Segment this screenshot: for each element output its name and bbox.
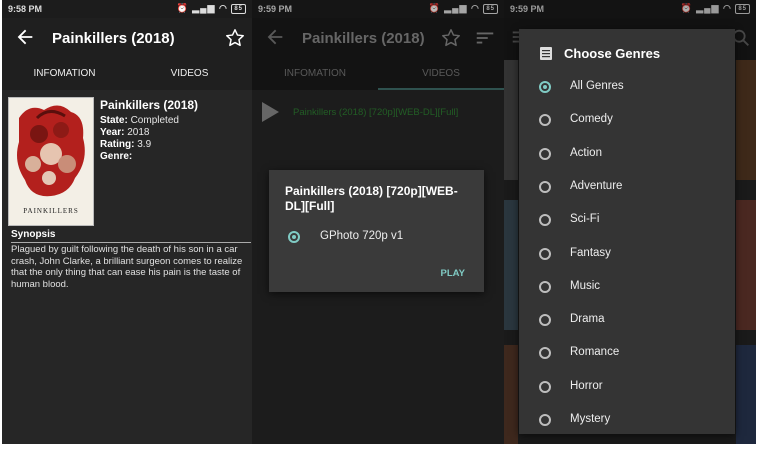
genre-label: Horror (570, 379, 603, 392)
genre-radio[interactable] (539, 414, 551, 426)
source-dialog: Painkillers (2018) [720p][WEB-DL][Full] … (269, 170, 484, 292)
genre-option[interactable]: Horror (519, 370, 735, 403)
page-title: Painkillers (2018) (52, 30, 175, 47)
info-state: State: Completed (100, 115, 179, 126)
synopsis-heading: Synopsis (11, 229, 251, 243)
tab-information[interactable]: INFOMATION (2, 60, 127, 90)
status-time: 9:58 PM (8, 4, 43, 14)
tab-videos-label: VIDEOS (170, 68, 209, 79)
genre-dialog: Choose Genres All Genres Comedy Action Adve… (519, 29, 735, 434)
genre-label: Sci-Fi (570, 213, 600, 226)
genre-option[interactable]: Action (519, 137, 735, 170)
poster-title: PAINKILLERS (23, 207, 79, 215)
genre-option[interactable]: Romance (519, 336, 735, 369)
genre-label: Mystery (570, 413, 611, 425)
divider (11, 242, 251, 243)
tab-videos[interactable]: VIDEOS (127, 60, 252, 90)
genre-radio[interactable] (539, 81, 551, 93)
genre-label: Romance (570, 346, 620, 359)
synopsis-text: Plagued by guilt following the death of … (11, 244, 243, 290)
genre-label: Adventure (570, 179, 623, 192)
genre-radio[interactable] (539, 380, 551, 393)
genre-option[interactable]: Mystery (519, 403, 735, 436)
list-icon (540, 47, 552, 60)
videos-screen: 9:59 PM ⏰ ▂▄▆ ◠ 85 Painkillers (2018) IN… (252, 0, 504, 444)
tab-bar: INFOMATION VIDEOS (2, 60, 252, 90)
status-bar: 9:58 PM ⏰ ▂▄▆ ◠ 85 (2, 0, 252, 18)
movie-info: Painkillers (2018) State: Completed Year… (100, 99, 198, 163)
genre-option[interactable]: Drama (519, 303, 735, 336)
genre-option[interactable]: Music (519, 270, 735, 303)
dialog-header: Choose Genres (540, 46, 740, 62)
source-radio[interactable] (288, 231, 300, 243)
star-icon[interactable] (224, 27, 246, 49)
genre-label: Fantasy (570, 246, 611, 259)
dialog-title: Painkillers (2018) [720p][WEB-DL][Full] (285, 184, 458, 213)
genre-radio[interactable] (539, 314, 551, 327)
genre-option[interactable]: Comedy (519, 103, 735, 136)
app-bar: Painkillers (2018) (2, 18, 252, 60)
source-option-label[interactable]: GPhoto 720p v1 (320, 230, 403, 242)
genre-radio[interactable] (539, 214, 551, 227)
genre-option[interactable]: Adventure (519, 170, 735, 203)
genre-option[interactable]: All Genres (519, 70, 735, 103)
play-button[interactable]: PLAY (441, 268, 465, 279)
poster-art (9, 98, 93, 225)
genre-radio[interactable] (539, 180, 551, 193)
genre-radio[interactable] (539, 347, 551, 360)
back-arrow-icon[interactable] (14, 26, 36, 48)
info-rating: Rating: 3.9 (100, 139, 152, 150)
genres-screen: 9:59 PM ⏰ ▂▄▆ ◠ 85 Choose Genres All Gen… (504, 0, 756, 444)
battery-icon: 85 (231, 3, 246, 14)
genre-label: Drama (570, 313, 605, 326)
genre-radio[interactable] (539, 147, 551, 160)
genre-label: Music (570, 279, 601, 292)
info-genre: Genre: (100, 151, 133, 162)
genre-label: Action (570, 146, 602, 159)
genre-label: All Genres (570, 80, 624, 92)
movie-title: Painkillers (2018) (100, 98, 199, 112)
dialog-title: Choose Genres (564, 46, 661, 61)
status-icons: ⏰ ▂▄▆ ◠ 85 (177, 3, 246, 14)
genre-option[interactable]: Sci-Fi (519, 203, 735, 236)
genre-label: Comedy (570, 113, 613, 126)
genre-radio[interactable] (539, 280, 551, 293)
movie-poster: PAINKILLERS (8, 97, 94, 226)
genre-option[interactable]: Fantasy (519, 237, 735, 270)
info-screen: 9:58 PM ⏰ ▂▄▆ ◠ 85 Painkillers (2018) IN… (2, 0, 252, 444)
genre-radio[interactable] (539, 114, 551, 127)
genre-radio[interactable] (539, 247, 551, 260)
info-year: Year: 2018 (100, 127, 150, 138)
